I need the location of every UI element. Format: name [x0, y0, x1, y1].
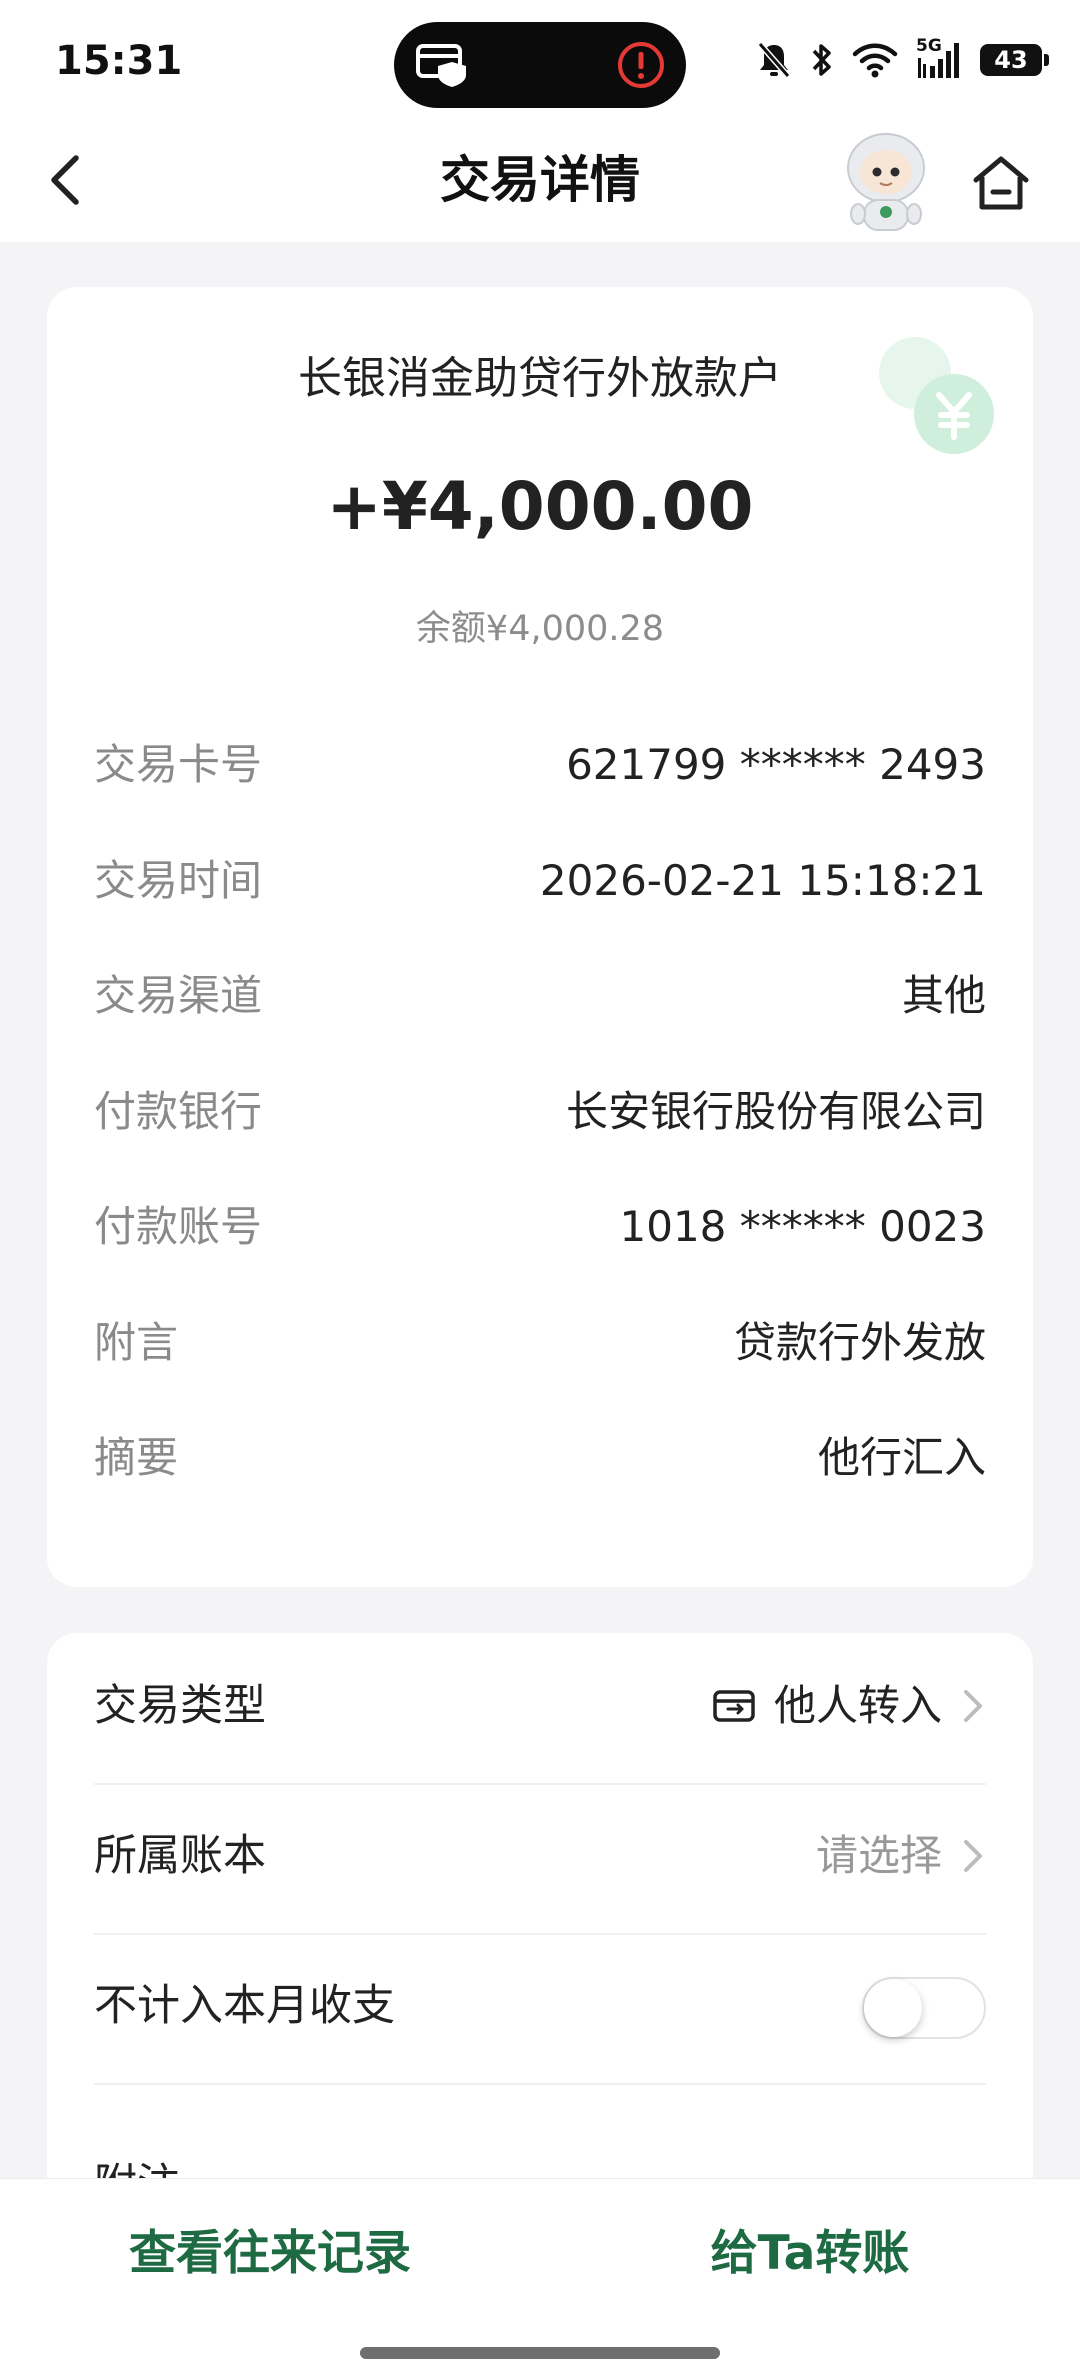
exclude-monthly-toggle[interactable] [862, 1977, 986, 2039]
detail-value: 2026-02-21 15:18:21 [539, 855, 986, 905]
detail-value: 他行汇入 [817, 1433, 986, 1482]
dynamic-island[interactable] [394, 22, 686, 108]
battery-level: 43 [994, 46, 1028, 74]
account-balance: 余额¥4,000.28 [415, 609, 665, 649]
detail-label: 付款账号 [94, 1202, 263, 1251]
bluetooth-icon [812, 44, 831, 76]
transaction-type-value-group: 他人转入 [712, 1676, 986, 1736]
status-icons: 5G 43 [756, 36, 1049, 82]
detail-row-time: 交易时间 2026-02-21 15:18:21 [94, 853, 986, 969]
detail-row-payer-bank: 付款银行 长安银行股份有限公司 [94, 1084, 986, 1200]
status-bar: 15:31 5G 43 [0, 0, 1080, 122]
detail-label: 交易渠道 [94, 971, 263, 1020]
battery-icon: 43 [980, 44, 1049, 76]
bottom-action-bar: 查看往来记录 给Ta转账 [0, 2178, 1080, 2376]
detail-row-abstract: 摘要 他行汇入 [94, 1430, 986, 1546]
ledger-value-group: 请选择 [816, 1826, 986, 1886]
transaction-type-row[interactable]: 交易类型 他人转入 [94, 1633, 986, 1785]
detail-value: 621799 ****** 2493 [566, 740, 986, 789]
transaction-summary-card: 长银消金助贷行外放款户 +¥4,000.00 余额¥4,000.28 交易卡号 … [47, 287, 1033, 1587]
detail-label: 摘要 [94, 1433, 179, 1482]
signal-5g-icon: 5G [916, 36, 962, 80]
detail-row-card-number: 交易卡号 621799 ****** 2493 [94, 737, 986, 853]
ledger-row[interactable]: 所属账本 请选择 [94, 1783, 986, 1935]
transfer-in-icon [713, 1690, 755, 1722]
exclude-monthly-label: 不计入本月收支 [94, 1981, 395, 2031]
transaction-type-value: 他人转入 [773, 1681, 942, 1730]
home-icon[interactable] [968, 150, 1034, 216]
detail-value: 其他 [901, 971, 986, 1020]
chevron-right-icon [964, 1840, 982, 1872]
exclude-monthly-row: 不计入本月收支 [94, 1933, 986, 2085]
detail-label: 交易时间 [94, 855, 263, 905]
view-history-button[interactable]: 查看往来记录 [110, 2217, 430, 2291]
status-time: 15:31 [55, 38, 183, 84]
home-indicator[interactable] [360, 2347, 720, 2359]
detail-row-memo: 附言 贷款行外发放 [94, 1315, 986, 1431]
app-header: 交易详情 [0, 122, 1080, 242]
detail-value: 1018 ****** 0023 [619, 1202, 986, 1251]
transaction-detail-list: 交易卡号 621799 ****** 2493 交易时间 2026-02-21 … [94, 737, 986, 1546]
transfer-to-them-button[interactable]: 给Ta转账 [650, 2217, 970, 2291]
card-shield-icon [416, 44, 466, 87]
detail-row-channel: 交易渠道 其他 [94, 968, 986, 1084]
transaction-type-label: 交易类型 [94, 1681, 266, 1731]
detail-label: 交易卡号 [94, 740, 263, 789]
ledger-select-placeholder: 请选择 [815, 1831, 942, 1880]
wifi-icon [852, 43, 898, 78]
chevron-right-icon [964, 1690, 982, 1722]
alert-icon [618, 42, 664, 88]
detail-label: 付款银行 [94, 1086, 263, 1136]
mascot-avatar[interactable] [836, 128, 936, 238]
ledger-label: 所属账本 [94, 1831, 266, 1881]
toggle-knob [864, 1979, 922, 2037]
mute-bell-icon [757, 42, 791, 78]
detail-value: 贷款行外发放 [733, 1317, 986, 1367]
detail-row-payer-account: 付款账号 1018 ****** 0023 [94, 1199, 986, 1315]
screen: 15:31 5G 43 交易详情 长银消金助贷行外放款户 +¥4,000.00 … [0, 0, 1080, 2376]
detail-label: 附言 [94, 1317, 179, 1367]
counterparty-account-name: 长银消金助贷行外放款户 [298, 353, 782, 404]
detail-value: 长安银行股份有限公司 [565, 1086, 986, 1136]
transaction-amount: +¥4,000.00 [326, 468, 754, 545]
